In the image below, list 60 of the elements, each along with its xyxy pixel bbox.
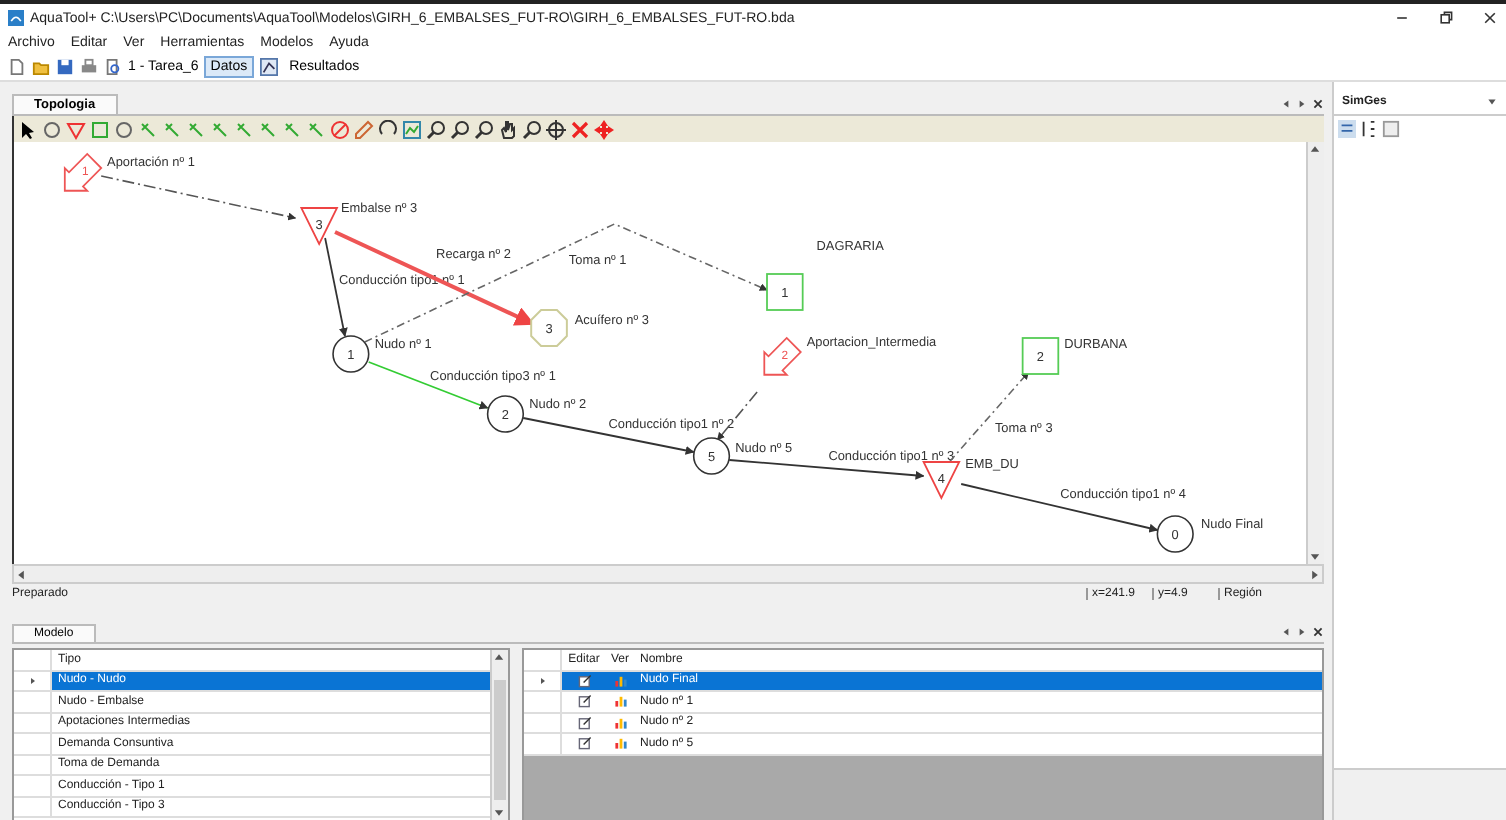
triangle-tool-icon[interactable] [66,119,86,139]
restore-icon [1438,10,1454,26]
prohibit-icon[interactable] [330,119,350,139]
property-pages-icon [1382,120,1400,138]
chart-icon [613,715,627,730]
connection-arrow[interactable] [716,391,758,441]
aquifer-octagon[interactable] [530,309,568,347]
target-icon[interactable] [546,119,566,139]
delete-icon[interactable] [570,119,590,139]
link-tool-icon[interactable] [186,119,206,139]
inflow-arrow-shape[interactable] [63,152,103,192]
link-tool-icon[interactable] [210,119,230,139]
magnifier-icon[interactable] [522,119,542,139]
inflow-arrow-shape[interactable] [763,336,802,376]
scroll-left-icon [1280,626,1292,638]
chart-icon [613,673,627,688]
hand-icon[interactable] [498,119,518,139]
reservoir-triangle[interactable] [922,461,961,500]
circle-tool-icon[interactable] [114,119,134,139]
chart-icon [613,694,627,709]
scroll-left-icon [1280,98,1292,110]
node-circle[interactable] [332,335,370,373]
node-circle[interactable] [692,437,731,475]
magnifier-icon[interactable] [450,119,470,139]
connection-arrow[interactable] [728,459,925,480]
scroll-right-icon [1296,626,1308,638]
link-tool-icon[interactable] [162,119,182,139]
link-tool-icon[interactable] [234,119,254,139]
dropdown-caret-icon [1486,95,1498,107]
sort-icon [1360,120,1378,138]
scroll-up-icon [492,650,506,664]
node-circle[interactable] [486,395,525,433]
pointer-tool-icon[interactable] [18,119,38,139]
demand-square[interactable] [1021,337,1060,375]
chart-icon [613,736,627,751]
current-row-icon [27,675,37,686]
app-icon [8,10,24,26]
open-folder-icon [32,58,50,76]
results-icon [259,58,278,76]
link-tool-icon[interactable] [138,119,158,139]
close-icon [1312,626,1324,638]
current-row-icon [537,675,547,686]
circle-tool-icon[interactable] [42,119,62,139]
scroll-down-icon [492,806,506,820]
connection-arrow[interactable] [334,230,535,326]
scroll-right-icon [1296,98,1308,110]
link-tool-icon[interactable] [282,119,302,139]
connection-arrow[interactable] [960,483,1159,533]
magnifier-icon[interactable] [426,119,446,139]
square-tool-icon[interactable] [90,119,110,139]
node-circle[interactable] [1156,515,1194,553]
magnifier-icon[interactable] [474,119,494,139]
categorized-icon [1338,120,1356,138]
reservoir-triangle[interactable] [299,207,339,246]
link-tool-icon[interactable] [258,119,278,139]
link-tool-icon[interactable] [306,119,326,139]
move-icon[interactable] [594,119,614,139]
close-icon [1482,10,1498,26]
demand-square[interactable] [766,273,804,311]
close-icon [1312,98,1324,110]
